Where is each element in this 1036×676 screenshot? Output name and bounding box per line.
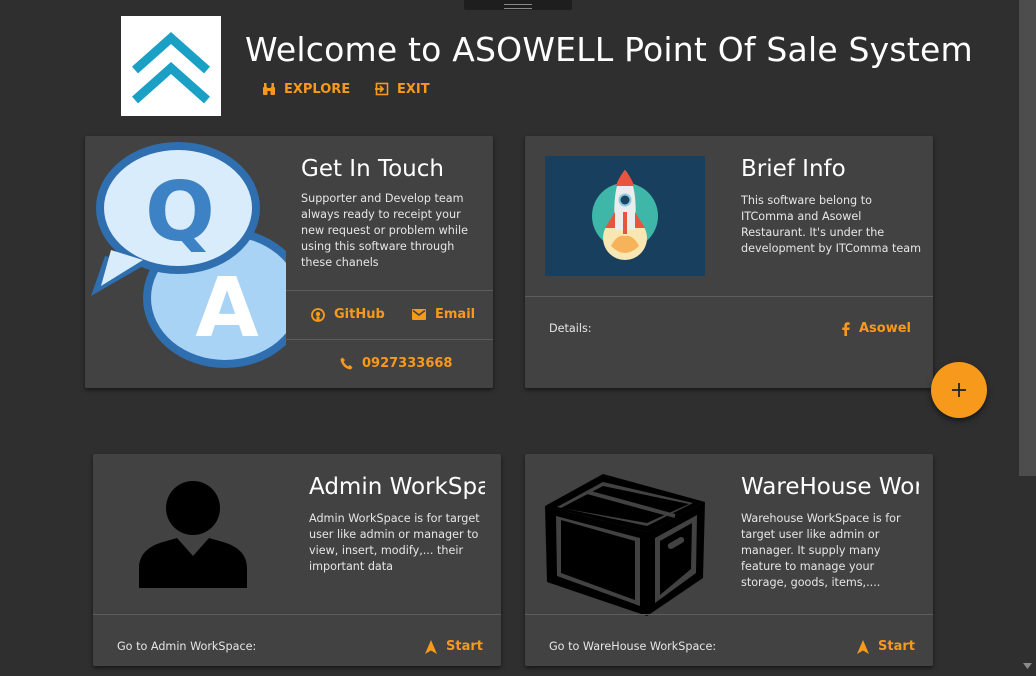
email-label: Email xyxy=(435,307,476,322)
facebook-link[interactable]: Asowel xyxy=(842,321,911,336)
exit-icon xyxy=(375,82,389,96)
warehouse-title: WareHouse WorkSpace xyxy=(741,474,919,500)
admin-description: Admin WorkSpace is for target user like … xyxy=(309,512,480,573)
phone-link[interactable]: 0927333668 xyxy=(340,356,452,371)
explore-button[interactable]: EXPLORE xyxy=(262,80,350,98)
admin-start-button[interactable]: Start xyxy=(425,639,483,654)
github-icon xyxy=(311,307,325,322)
github-link[interactable]: GitHub xyxy=(311,307,385,322)
exit-button[interactable]: EXIT xyxy=(375,80,430,98)
admin-start-label: Start xyxy=(446,639,483,654)
facebook-label: Asowel xyxy=(859,321,912,336)
app-logo xyxy=(121,16,221,116)
details-label: Details: xyxy=(549,322,592,335)
plus-icon xyxy=(952,383,966,397)
info-card: Brief Info This software belong to ITCom… xyxy=(525,136,933,388)
info-description: This software belong to ITComma and Asow… xyxy=(741,194,921,255)
github-label: GitHub xyxy=(334,307,385,322)
admin-card: Admin WorkSpace Admin WorkSpace is for t… xyxy=(93,454,501,666)
admin-footer-label: Go to Admin WorkSpace: xyxy=(117,640,257,653)
divider xyxy=(93,614,501,615)
window-drag-handle[interactable] xyxy=(464,0,572,10)
warehouse-start-button[interactable]: Start xyxy=(857,639,915,654)
add-fab-button[interactable] xyxy=(931,362,987,418)
exit-label: EXIT xyxy=(397,81,430,97)
explore-label: EXPLORE xyxy=(284,81,351,97)
rocket-image xyxy=(545,156,705,276)
navigation-arrow-icon xyxy=(857,639,869,654)
email-link[interactable]: Email xyxy=(412,307,475,322)
scrollbar-thumb[interactable] xyxy=(1019,0,1036,476)
user-icon xyxy=(139,481,247,588)
warehouse-card: WareHouse WorkSpace Warehouse WorkSpace … xyxy=(525,454,933,666)
svg-text:Q: Q xyxy=(145,165,215,260)
question-answer-icon: A Q xyxy=(91,142,286,368)
warehouse-description: Warehouse WorkSpace is for target user l… xyxy=(741,512,901,589)
double-chevron-up-icon xyxy=(132,31,210,104)
navigation-arrow-icon xyxy=(425,639,437,654)
warehouse-start-label: Start xyxy=(878,639,915,654)
rocket-icon xyxy=(592,170,658,260)
info-title: Brief Info xyxy=(741,156,846,182)
facebook-icon xyxy=(842,321,850,336)
divider xyxy=(286,339,493,340)
divider xyxy=(286,290,493,291)
divider xyxy=(525,614,933,615)
warehouse-footer-label: Go to WareHouse WorkSpace: xyxy=(549,640,717,653)
box-icon xyxy=(545,474,705,616)
divider xyxy=(525,296,933,297)
binoculars-icon xyxy=(263,83,275,95)
contact-card: A Q Get In Touch Supporter and Develop t… xyxy=(85,136,493,388)
page-title: Welcome to ASOWELL Point Of Sale System xyxy=(245,30,973,69)
phone-icon xyxy=(340,357,353,370)
contact-title: Get In Touch xyxy=(301,156,444,182)
phone-label: 0927333668 xyxy=(362,356,453,371)
email-icon xyxy=(412,308,426,320)
svg-text:A: A xyxy=(195,261,259,356)
contact-description: Supporter and Develop team always ready … xyxy=(301,192,468,269)
admin-title: Admin WorkSpace xyxy=(309,474,485,500)
scroll-down-icon[interactable] xyxy=(1021,660,1034,672)
